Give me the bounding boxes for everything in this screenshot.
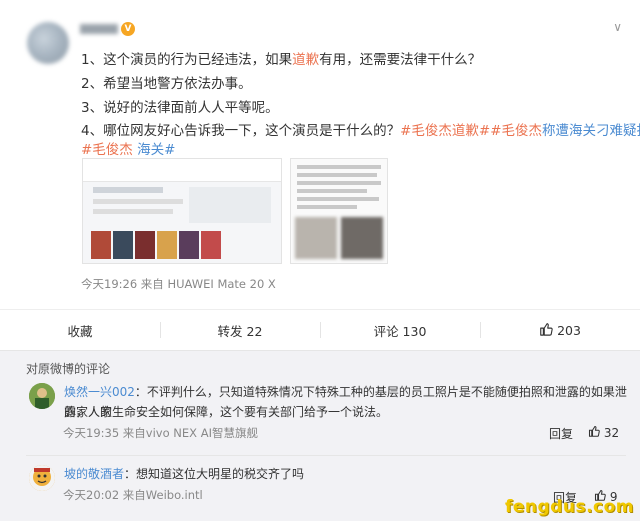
comment-button[interactable]: 评论 130 [320, 310, 480, 350]
like-button[interactable]: 203 [480, 310, 640, 350]
commenter-avatar[interactable] [29, 383, 55, 409]
chevron-down-icon[interactable]: ∨ [613, 20, 622, 34]
commenter-name[interactable]: 焕然一兴002 [64, 385, 135, 399]
collect-button[interactable]: 收藏 [0, 310, 160, 350]
post-image-2[interactable] [290, 158, 388, 264]
author-avatar[interactable] [27, 22, 69, 64]
author-name[interactable] [80, 24, 118, 34]
watermark-logo: fengdus.com [504, 497, 634, 517]
commenter-name[interactable]: 坡的敬酒者 [64, 467, 124, 481]
comment-meta: 今天20:02 来自Weibo.intl [63, 488, 203, 502]
hashtag-link[interactable]: #毛俊杰道歉# [400, 123, 490, 139]
post-line-1: 1、这个演员的行为已经违法，如果道歉有用，还需要法律干什么？ [81, 52, 482, 68]
comment-like-button[interactable]: 32 [588, 425, 619, 440]
post-line-3: 3、说好的法律面前人人平等呢。 [81, 100, 279, 116]
post-line-5: #毛俊杰 海关# [81, 138, 175, 158]
verified-badge-icon: V [121, 22, 135, 36]
post-image-1[interactable] [82, 158, 282, 264]
reply-button[interactable]: 回复 [549, 425, 573, 442]
post-line-4: 4、哪位网友好心告诉我一下，这个演员是干什么的？#毛俊杰道歉##毛俊杰称遭海关刁… [81, 119, 640, 139]
comment-meta: 今天19:35 来自vivo NEX AI智慧旗舰 [63, 426, 258, 440]
comments-section-title: 对原微博的评论 [26, 362, 111, 376]
weibo-post-card: V ∨ 1、这个演员的行为已经违法，如果道歉有用，还需要法律干什么？ 2、希望当… [0, 0, 640, 351]
thumbs-up-icon [588, 425, 600, 440]
commenter-avatar[interactable] [29, 465, 55, 491]
post-meta: 今天19:26 来自 HUAWEI Mate 20 X [81, 277, 276, 291]
post-line-2: 2、希望当地警方依法办事。 [81, 76, 252, 92]
thumbs-up-icon [539, 322, 553, 339]
comment-divider [26, 455, 626, 456]
hashtag-link[interactable]: #毛俊杰 [490, 123, 542, 139]
highlight-word: 道歉 [292, 52, 320, 68]
post-action-bar: 收藏 转发 22 评论 130 203 [0, 309, 640, 350]
hashtag-link[interactable]: 称遭海关刁难疑打脸 [542, 123, 640, 139]
repost-button[interactable]: 转发 22 [160, 310, 320, 350]
hashtag-link[interactable]: #毛俊杰 [81, 142, 133, 158]
comment-text: 坡的敬酒者：想知道这位大明星的税交齐了吗 [64, 467, 305, 481]
hashtag-link[interactable]: 海关# [133, 142, 175, 158]
comment-text-cont: 的家人的生命安全如何保障，这个要有关部门给予一个说法。 [64, 405, 389, 419]
